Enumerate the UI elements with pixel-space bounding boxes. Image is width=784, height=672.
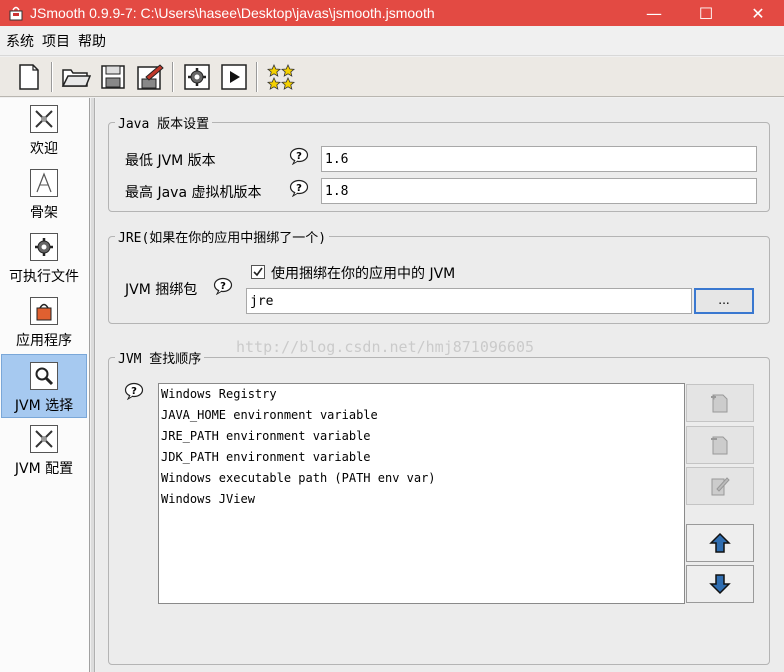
toolbar (0, 57, 784, 97)
svg-text:?: ? (131, 386, 137, 397)
arrow-down-icon (709, 574, 731, 595)
toolbar-separator (256, 61, 258, 92)
menu-system[interactable]: 系统 (2, 31, 38, 51)
menu-bar: 系统 项目 帮助 (0, 26, 784, 56)
sidebar-item-label: 欢迎 (30, 141, 58, 157)
help-icon[interactable]: ? (124, 382, 144, 401)
arrow-up-icon (709, 532, 731, 553)
help-icon[interactable]: ? (289, 179, 309, 198)
sidebar-item-label: JVM 配置 (14, 461, 74, 477)
help-icon[interactable]: ? (213, 277, 233, 296)
svg-text:?: ? (296, 183, 302, 194)
move-down-button[interactable] (686, 565, 754, 603)
max-jvm-version-field[interactable] (321, 178, 757, 204)
maximize-button[interactable]: ☐ (680, 0, 732, 26)
watermark-text: http://blog.csdn.net/hmj871096605 (236, 338, 535, 356)
svg-text:?: ? (220, 281, 226, 292)
help-icon[interactable]: ? (289, 147, 309, 166)
main-panel: Java 版本设置 最低 JVM 版本 ? 最高 Java 虚拟机版本 ? JR… (96, 98, 784, 672)
title-bar: JSmooth 0.9.9-7: C:\Users\hasee\Desktop\… (0, 0, 784, 26)
add-icon (711, 394, 728, 413)
run-icon[interactable] (219, 62, 249, 92)
list-item[interactable]: Windows executable path (PATH env var) (159, 468, 684, 489)
svg-text:?: ? (296, 151, 302, 162)
min-jvm-version-label: 最低 JVM 版本 (125, 153, 216, 169)
max-jvm-version-label: 最高 Java 虚拟机版本 (125, 185, 262, 201)
jvm-select-icon (30, 362, 58, 390)
sidebar: 欢迎 骨架 可执行文件 应用程序 JVM 选择 JVM 配置 (0, 98, 90, 672)
sidebar-item-jvm-config[interactable]: JVM 配置 (0, 418, 88, 482)
jvm-config-icon (30, 425, 58, 453)
remove-button[interactable] (686, 426, 754, 464)
close-button[interactable]: ✕ (732, 0, 784, 26)
move-up-button[interactable] (686, 524, 754, 562)
sidebar-item-label: 骨架 (30, 205, 58, 221)
toolbar-separator (172, 61, 174, 92)
list-item[interactable]: Windows JView (159, 489, 684, 510)
sidebar-item-label: 应用程序 (16, 333, 72, 349)
save-icon[interactable] (98, 62, 128, 92)
list-item[interactable]: JDK_PATH environment variable (159, 447, 684, 468)
menu-help[interactable]: 帮助 (74, 31, 110, 51)
min-jvm-version-field[interactable] (321, 146, 757, 172)
new-file-icon[interactable] (14, 62, 44, 92)
edit-button[interactable] (686, 467, 754, 505)
executable-icon (30, 233, 58, 261)
menu-project[interactable]: 项目 (38, 31, 74, 51)
save-as-icon[interactable] (135, 62, 165, 92)
app-icon (8, 5, 24, 21)
jre-path-field[interactable] (246, 288, 692, 314)
edit-icon (711, 477, 730, 496)
open-folder-icon[interactable] (61, 62, 91, 92)
sidebar-item-label: 可执行文件 (9, 269, 79, 285)
list-item[interactable]: JRE_PATH environment variable (159, 426, 684, 447)
sidebar-item-executable[interactable]: 可执行文件 (0, 226, 88, 290)
sidebar-item-label: JVM 选择 (14, 398, 74, 414)
application-icon (30, 297, 58, 325)
jvm-search-list[interactable]: Windows Registry JAVA_HOME environment v… (158, 383, 685, 604)
jvm-search-order-group: JVM 查找顺序 ? Windows Registry JAVA_HOME en… (108, 348, 770, 665)
sidebar-item-application[interactable]: 应用程序 (0, 290, 88, 354)
toolbar-separator (51, 61, 53, 92)
sidebar-item-jvm-select[interactable]: JVM 选择 (1, 354, 87, 418)
skeleton-icon (30, 169, 58, 197)
jre-bundle-legend: JRE(如果在你的应用中捆绑了一个) (115, 227, 330, 246)
jvm-bundle-label: JVM 捆绑包 (125, 282, 198, 298)
welcome-icon (30, 105, 58, 133)
use-bundled-jvm-label: 使用捆绑在你的应用中的 JVM (271, 266, 456, 282)
splitter[interactable] (91, 98, 95, 672)
stars-icon[interactable] (266, 62, 296, 92)
remove-icon (711, 436, 728, 455)
list-item[interactable]: Windows Registry (159, 384, 684, 405)
java-version-legend: Java 版本设置 (115, 113, 213, 132)
add-button[interactable] (686, 384, 754, 422)
sidebar-item-welcome[interactable]: 欢迎 (0, 98, 88, 162)
compile-gear-icon[interactable] (182, 62, 212, 92)
browse-button[interactable]: ... (694, 288, 754, 314)
list-item[interactable]: JAVA_HOME environment variable (159, 405, 684, 426)
window-title: JSmooth 0.9.9-7: C:\Users\hasee\Desktop\… (30, 5, 435, 21)
use-bundled-jvm-checkbox[interactable] (251, 265, 265, 279)
java-version-group: Java 版本设置 最低 JVM 版本 ? 最高 Java 虚拟机版本 ? (108, 113, 770, 212)
jvm-search-order-legend: JVM 查找顺序 (115, 348, 205, 367)
jre-bundle-group: JRE(如果在你的应用中捆绑了一个) JVM 捆绑包 ? 使用捆绑在你的应用中的… (108, 227, 770, 324)
sidebar-item-skeleton[interactable]: 骨架 (0, 162, 88, 226)
minimize-button[interactable]: — (628, 0, 680, 26)
